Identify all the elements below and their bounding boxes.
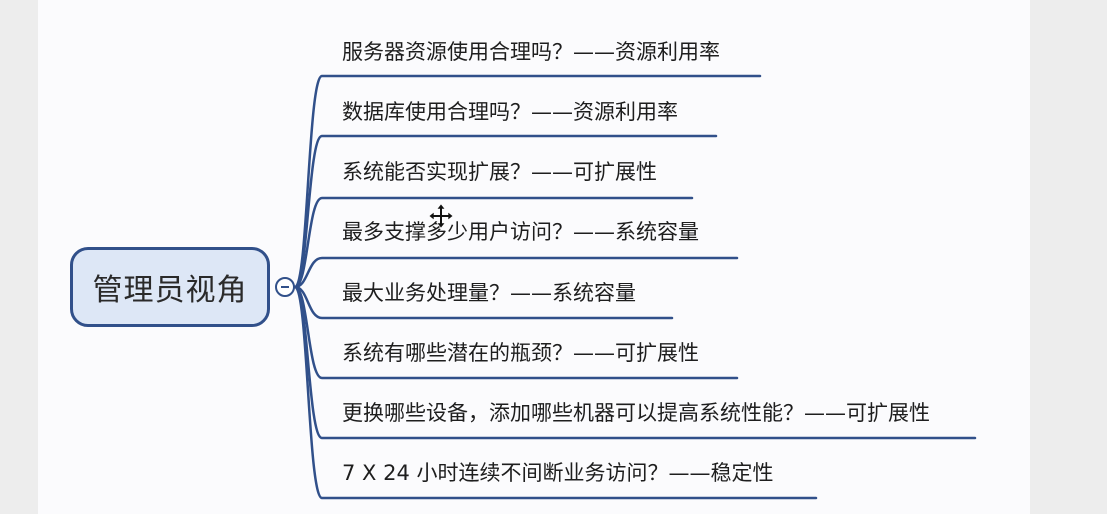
branch-node[interactable]: 最多支撑多少用户访问？——系统容量 bbox=[342, 218, 699, 246]
root-node[interactable]: 管理员视角 bbox=[70, 247, 270, 327]
branch-node[interactable]: 系统能否实现扩展？——可扩展性 bbox=[342, 158, 657, 186]
branch-node[interactable]: 7 X 24 小时连续不间断业务访问？——稳定性 bbox=[342, 459, 774, 487]
branch-node[interactable]: 最大业务处理量？——系统容量 bbox=[342, 279, 636, 307]
move-cursor-icon bbox=[428, 203, 454, 229]
branch-node[interactable]: 更换哪些设备，添加哪些机器可以提高系统性能？——可扩展性 bbox=[342, 399, 930, 427]
branch-node[interactable]: 数据库使用合理吗？——资源利用率 bbox=[342, 98, 678, 126]
branch-node[interactable]: 系统有哪些潜在的瓶颈？——可扩展性 bbox=[342, 339, 699, 367]
root-node-label: 管理员视角 bbox=[92, 273, 248, 308]
collapse-minus-icon[interactable] bbox=[275, 277, 295, 297]
branch-node[interactable]: 服务器资源使用合理吗？——资源利用率 bbox=[342, 38, 720, 66]
